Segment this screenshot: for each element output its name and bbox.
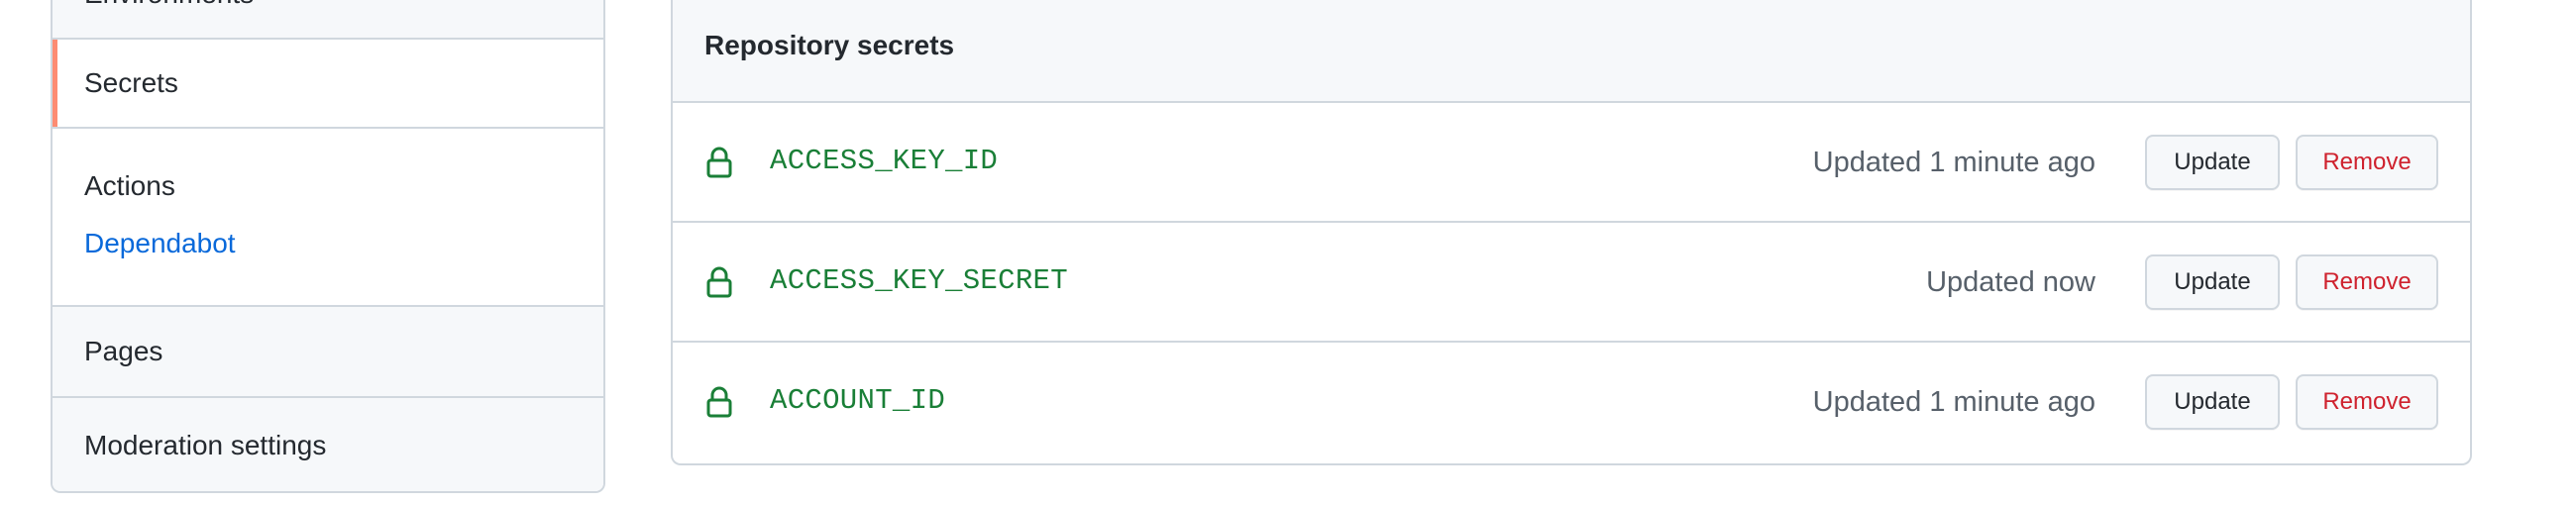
secret-row: ACCESS_KEY_ID Updated 1 minute ago Updat… xyxy=(673,103,2470,223)
secret-updated-time: Updated 1 minute ago xyxy=(1812,147,2095,178)
sidebar-item-label: Moderation settings xyxy=(84,430,327,460)
settings-sidebar: Environments Secrets Actions Dependabot … xyxy=(51,0,605,493)
update-button[interactable]: Update xyxy=(2145,135,2280,190)
secret-updated-time: Updated now xyxy=(1926,266,2095,298)
sidebar-item-moderation-settings[interactable]: Moderation settings xyxy=(53,398,603,491)
secret-name: ACCOUNT_ID xyxy=(770,384,946,417)
secret-name: ACCESS_KEY_SECRET xyxy=(770,264,1068,297)
remove-button[interactable]: Remove xyxy=(2296,254,2438,310)
sidebar-subgroup-title[interactable]: Actions xyxy=(84,170,175,202)
secret-name: ACCESS_KEY_ID xyxy=(770,145,999,177)
sidebar-item-secrets[interactable]: Secrets xyxy=(53,38,603,129)
lock-icon xyxy=(706,386,732,418)
sidebar-subgroup: Actions Dependabot xyxy=(53,129,603,307)
sidebar-subitem-dependabot[interactable]: Dependabot xyxy=(84,228,236,259)
sidebar-item-label: Pages xyxy=(84,336,163,366)
sidebar-item-label: Secrets xyxy=(84,67,178,98)
remove-button[interactable]: Remove xyxy=(2296,135,2438,190)
secret-row: ACCESS_KEY_SECRET Updated now Update Rem… xyxy=(673,223,2470,343)
update-button[interactable]: Update xyxy=(2145,374,2280,430)
sidebar-item-pages[interactable]: Pages xyxy=(53,307,603,398)
active-indicator xyxy=(53,40,57,127)
sidebar-item-environments[interactable]: Environments xyxy=(53,0,603,38)
lock-icon xyxy=(706,147,732,178)
remove-button[interactable]: Remove xyxy=(2296,374,2438,430)
secret-updated-time: Updated 1 minute ago xyxy=(1812,386,2095,418)
sidebar-item-label: Environments xyxy=(84,0,254,10)
panel-title: Repository secrets xyxy=(704,30,955,60)
repository-secrets-panel: Repository secrets ACCESS_KEY_ID Updated… xyxy=(671,0,2472,465)
panel-header: Repository secrets xyxy=(673,0,2470,103)
secret-row: ACCOUNT_ID Updated 1 minute ago Update R… xyxy=(673,343,2470,462)
update-button[interactable]: Update xyxy=(2145,254,2280,310)
lock-icon xyxy=(706,266,732,298)
